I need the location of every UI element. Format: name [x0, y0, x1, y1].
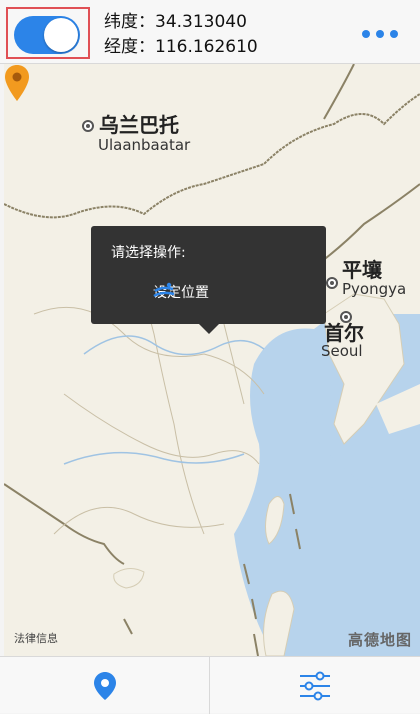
pyongyang-marker: [326, 277, 338, 289]
tab-settings[interactable]: [210, 657, 420, 714]
pyongyang-label-cn: 平壤: [342, 258, 382, 282]
more-icon[interactable]: [362, 30, 398, 38]
toggle-knob[interactable]: [44, 18, 78, 52]
seoul-label-en: Seoul: [321, 342, 363, 360]
sliders-icon: [300, 671, 330, 700]
legal-info-link[interactable]: 法律信息: [14, 630, 58, 646]
location-pin-marker[interactable]: [4, 64, 30, 102]
tab-bar: [0, 656, 420, 714]
longitude-row: 经度：116.162610: [104, 35, 258, 60]
location-toggle[interactable]: [14, 16, 80, 54]
ulaanbaatar-label-cn: 乌兰巴托: [99, 113, 179, 137]
coordinates: 纬度：34.313040 经度：116.162610: [104, 10, 258, 60]
map-view[interactable]: 乌兰巴托 Ulaanbaatar 平壤 Pyongya 首尔 Seoul 请选择…: [4, 64, 420, 656]
action-popup: 请选择操作: 设定位置: [91, 226, 326, 334]
map-background: [4, 64, 420, 656]
latitude-value: 34.313040: [155, 12, 247, 32]
location-pin-icon: [93, 671, 116, 700]
latitude-label: 纬度：: [104, 12, 155, 32]
tab-location[interactable]: [0, 657, 210, 714]
longitude-value: 116.162610: [155, 37, 258, 57]
set-location-icon: [153, 282, 175, 298]
pyongyang-label-en: Pyongya: [342, 280, 407, 298]
header-bar: 纬度：34.313040 经度：116.162610: [0, 0, 420, 64]
map-provider-logo: 高德地图: [347, 631, 412, 649]
ulaanbaatar-marker: [82, 120, 94, 132]
latitude-row: 纬度：34.313040: [104, 10, 258, 35]
set-location-button[interactable]: 设定位置: [153, 282, 209, 302]
longitude-label: 经度：: [104, 37, 155, 57]
popup-title: 请选择操作:: [111, 245, 186, 261]
toggle-highlight-frame: [6, 7, 90, 59]
ulaanbaatar-label-en: Ulaanbaatar: [98, 136, 191, 154]
